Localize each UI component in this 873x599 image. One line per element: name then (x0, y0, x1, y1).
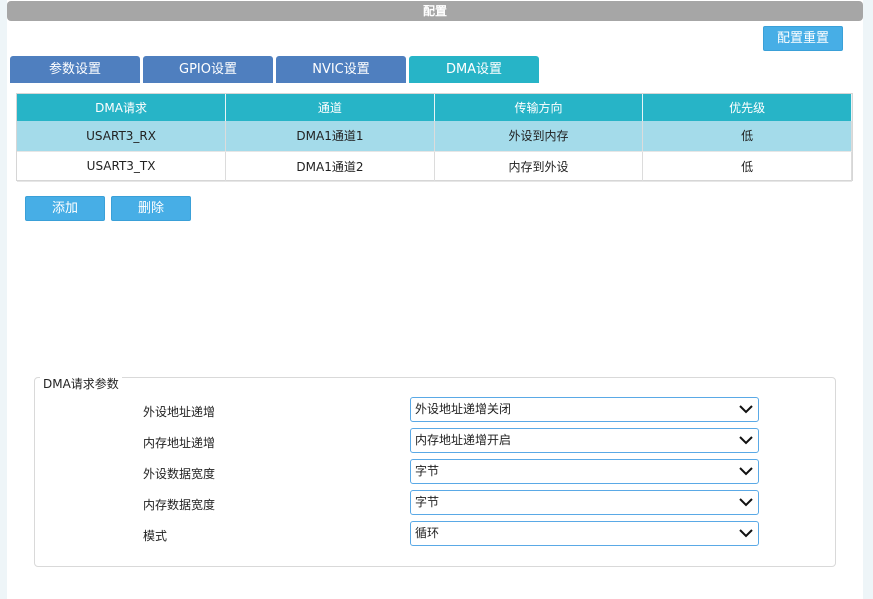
cell-direction[interactable]: 外设到内存 (434, 121, 644, 152)
tab-dma[interactable]: DMA设置 (409, 56, 539, 83)
column-header-direction[interactable]: 传输方向 (434, 94, 644, 121)
table-row[interactable]: USART3_RX DMA1通道1 外设到内存 低 (17, 121, 852, 152)
column-header-priority[interactable]: 优先级 (642, 94, 852, 121)
memory-width-label: 内存数据宽度 (143, 498, 216, 512)
select-value: 字节 (415, 464, 440, 478)
cell-dma-request[interactable]: USART3_RX (17, 121, 227, 152)
memory-increment-label: 内存地址递增 (143, 436, 216, 450)
periph-width-label: 外设数据宽度 (143, 467, 216, 481)
tab-gpio[interactable]: GPIO设置 (143, 56, 273, 83)
chevron-down-icon (739, 467, 753, 476)
memory-increment-select[interactable]: 内存地址递增开启 (410, 428, 759, 453)
chevron-down-icon (739, 498, 753, 507)
dma-request-table: DMA请求 通道 传输方向 优先级 USART3_RX DMA1通道1 外设到内… (16, 93, 853, 182)
select-value: 字节 (415, 495, 440, 509)
column-header-channel[interactable]: 通道 (225, 94, 435, 121)
periph-width-select[interactable]: 字节 (410, 459, 759, 484)
add-button[interactable]: 添加 (25, 196, 105, 221)
chevron-down-icon (739, 529, 753, 538)
chevron-down-icon (739, 436, 753, 445)
cell-dma-request[interactable]: USART3_TX (17, 151, 227, 182)
mode-select[interactable]: 循环 (410, 521, 759, 546)
mode-label: 模式 (143, 529, 168, 543)
chevron-down-icon (739, 405, 753, 414)
table-row[interactable]: USART3_TX DMA1通道2 内存到外设 低 (17, 151, 852, 182)
select-value: 内存地址递增开启 (415, 433, 512, 447)
periph-increment-label: 外设地址递增 (143, 405, 216, 419)
cell-priority[interactable]: 低 (642, 121, 852, 152)
table-header-row: DMA请求 通道 传输方向 优先级 (17, 94, 852, 121)
window-title: 配置 (7, 1, 863, 21)
tab-nvic[interactable]: NVIC设置 (276, 56, 406, 83)
tab-params[interactable]: 参数设置 (10, 56, 140, 83)
column-header-dma-request[interactable]: DMA请求 (17, 94, 227, 121)
reset-config-button[interactable]: 配置重置 (763, 26, 843, 51)
cell-priority[interactable]: 低 (642, 151, 852, 182)
cell-direction[interactable]: 内存到外设 (434, 151, 644, 182)
cell-channel[interactable]: DMA1通道1 (225, 121, 435, 152)
memory-width-select[interactable]: 字节 (410, 490, 759, 515)
select-value: 外设地址递增关闭 (415, 402, 512, 416)
cell-channel[interactable]: DMA1通道2 (225, 151, 435, 182)
select-value: 循环 (415, 526, 440, 540)
dma-params-legend: DMA请求参数 (40, 375, 122, 392)
periph-increment-select[interactable]: 外设地址递增关闭 (410, 397, 759, 422)
delete-button[interactable]: 删除 (111, 196, 191, 221)
